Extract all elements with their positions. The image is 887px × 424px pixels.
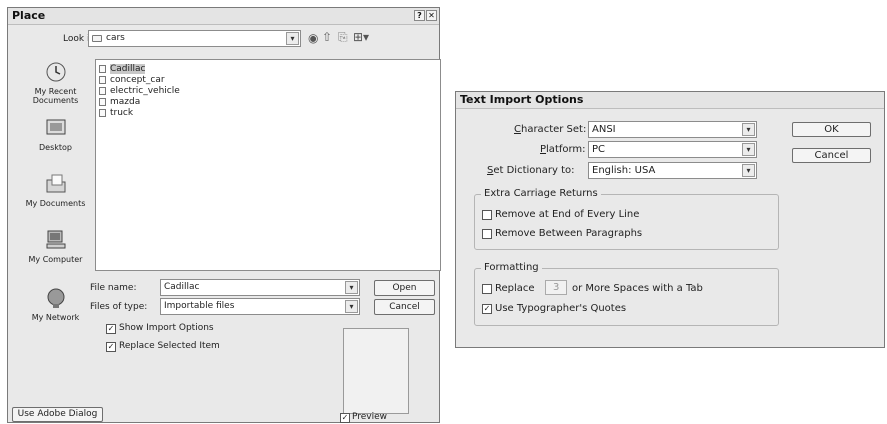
text-import-options-dialog: Text Import Options Character Set: ANSI … xyxy=(455,91,885,348)
ok-button[interactable]: OK xyxy=(792,122,871,137)
filetype-value: Importable files xyxy=(164,301,235,311)
lookin-dropdown[interactable]: cars ▾ xyxy=(88,30,301,47)
close-button[interactable]: ✕ xyxy=(426,10,437,21)
charset-label: Character Set: xyxy=(514,124,586,135)
recent-documents-icon xyxy=(43,59,69,85)
file-list[interactable]: Cadillac concept_car electric_vehicle ma… xyxy=(95,59,441,271)
place-recent-label: My Recent Documents xyxy=(32,87,79,105)
typographer-quotes-checkbox[interactable]: ✓ xyxy=(482,304,492,314)
cancel-label: Cancel xyxy=(389,302,420,312)
place-dialog: Place ? ✕ Look in: cars ▾ ◉ ⇧ ⎘ ⊞▾ My Re… xyxy=(7,7,441,423)
list-item[interactable]: concept_car xyxy=(99,74,165,85)
up-folder-icon[interactable]: ⇧ xyxy=(322,30,332,44)
charset-select[interactable]: ANSI ▾ xyxy=(588,121,757,138)
my-computer-icon xyxy=(43,227,69,253)
platform-select[interactable]: PC ▾ xyxy=(588,141,757,158)
chevron-down-icon[interactable]: ▾ xyxy=(345,281,358,294)
desktop-icon xyxy=(43,115,69,141)
chevron-down-icon[interactable]: ▾ xyxy=(742,123,755,136)
platform-value: PC xyxy=(592,144,606,155)
spaces-count-value: 3 xyxy=(553,282,560,293)
use-adobe-label: Use Adobe Dialog xyxy=(17,409,98,419)
place-desktop-label: Desktop xyxy=(39,143,72,152)
tio-cancel-button[interactable]: Cancel xyxy=(792,148,871,163)
filename-field[interactable]: Cadillac ▾ xyxy=(160,279,360,296)
tio-cancel-label: Cancel xyxy=(814,150,849,161)
list-item[interactable]: mazda xyxy=(99,96,140,107)
folder-icon xyxy=(92,35,102,42)
back-icon[interactable]: ◉ xyxy=(308,31,318,45)
replace-selected-label: Replace Selected Item xyxy=(119,341,220,351)
show-import-checkbox[interactable]: ✓ xyxy=(106,324,116,334)
chevron-down-icon[interactable]: ▾ xyxy=(742,143,755,156)
use-adobe-dialog-button[interactable]: Use Adobe Dialog xyxy=(12,407,103,422)
charset-value: ANSI xyxy=(592,124,616,135)
filename-label: File name: xyxy=(90,283,137,293)
platform-label-text: latform: xyxy=(546,144,586,155)
my-documents-icon xyxy=(43,171,69,197)
place-recent[interactable]: My Recent Documents xyxy=(20,59,91,105)
dictionary-value: English: USA xyxy=(592,165,656,176)
spaces-count-field[interactable]: 3 xyxy=(545,280,567,295)
replace-selected-checkbox[interactable]: ✓ xyxy=(106,342,116,352)
dictionary-label-text: et Dictionary to: xyxy=(493,165,575,176)
help-button[interactable]: ? xyxy=(414,10,425,21)
place-network[interactable]: My Network xyxy=(20,285,91,322)
extra-carriage-returns-group: Extra Carriage Returns Remove at End of … xyxy=(474,188,779,250)
remove-end-label: Remove at End of Every Line xyxy=(495,209,640,220)
list-item[interactable]: Cadillac xyxy=(99,63,146,74)
places-bar: My Recent Documents Desktop My Documents… xyxy=(20,59,91,322)
preview-pane xyxy=(343,328,409,414)
preview-label: Preview xyxy=(352,412,388,422)
chevron-down-icon[interactable]: ▾ xyxy=(742,164,755,177)
lookin-value: cars xyxy=(106,33,125,43)
preview-checkbox[interactable]: ✓ xyxy=(340,413,350,423)
chevron-down-icon[interactable]: ▾ xyxy=(286,32,299,45)
platform-label: Platform: xyxy=(540,144,586,155)
spaces-suffix-label: or More Spaces with a Tab xyxy=(572,283,703,294)
place-title: Place xyxy=(12,9,46,22)
file-icon xyxy=(99,97,106,106)
place-mydocs[interactable]: My Documents xyxy=(20,171,91,208)
extra-carriage-returns-title: Extra Carriage Returns xyxy=(481,188,601,199)
file-icon xyxy=(99,75,106,84)
formatting-title: Formatting xyxy=(481,262,542,273)
view-menu-icon[interactable]: ⊞▾ xyxy=(353,30,369,44)
typographer-quotes-label: Use Typographer's Quotes xyxy=(495,303,627,314)
place-desktop[interactable]: Desktop xyxy=(20,115,91,152)
place-network-label: My Network xyxy=(31,313,80,322)
file-icon xyxy=(99,64,106,73)
open-button[interactable]: Open xyxy=(374,280,435,296)
file-icon xyxy=(99,86,106,95)
remove-end-checkbox[interactable] xyxy=(482,210,492,220)
remove-between-checkbox[interactable] xyxy=(482,229,492,239)
place-mydocs-label: My Documents xyxy=(25,199,86,208)
replace-spaces-checkbox[interactable] xyxy=(482,284,492,294)
charset-label-text: haracter Set: xyxy=(520,124,587,135)
my-network-icon xyxy=(43,285,69,311)
list-item[interactable]: truck xyxy=(99,107,133,118)
remove-between-label: Remove Between Paragraphs xyxy=(495,228,643,239)
place-mycomputer-label: My Computer xyxy=(28,255,83,264)
file-icon xyxy=(99,108,106,117)
show-import-label: Show Import Options xyxy=(119,323,214,333)
filetype-label: Files of type: xyxy=(90,302,148,312)
new-folder-icon[interactable]: ⎘ xyxy=(338,30,348,45)
place-mycomputer[interactable]: My Computer xyxy=(20,227,91,264)
tio-title-bar: Text Import Options xyxy=(456,92,884,109)
dictionary-select[interactable]: English: USA ▾ xyxy=(588,162,757,179)
chevron-down-icon[interactable]: ▾ xyxy=(345,300,358,313)
place-title-bar: Place ? ✕ xyxy=(8,8,439,25)
tio-title: Text Import Options xyxy=(460,93,584,106)
formatting-group: Formatting Replace 3 or More Spaces with… xyxy=(474,262,779,326)
ok-label: OK xyxy=(824,124,839,135)
filetype-select[interactable]: Importable files ▾ xyxy=(160,298,360,315)
filename-value: Cadillac xyxy=(164,282,200,292)
list-item[interactable]: electric_vehicle xyxy=(99,85,180,96)
cancel-button[interactable]: Cancel xyxy=(374,299,435,315)
replace-label: Replace xyxy=(495,283,535,294)
charset-label-mnemonic: C xyxy=(514,124,521,135)
open-label: Open xyxy=(392,283,417,293)
dictionary-label: Set Dictionary to: xyxy=(487,165,575,176)
